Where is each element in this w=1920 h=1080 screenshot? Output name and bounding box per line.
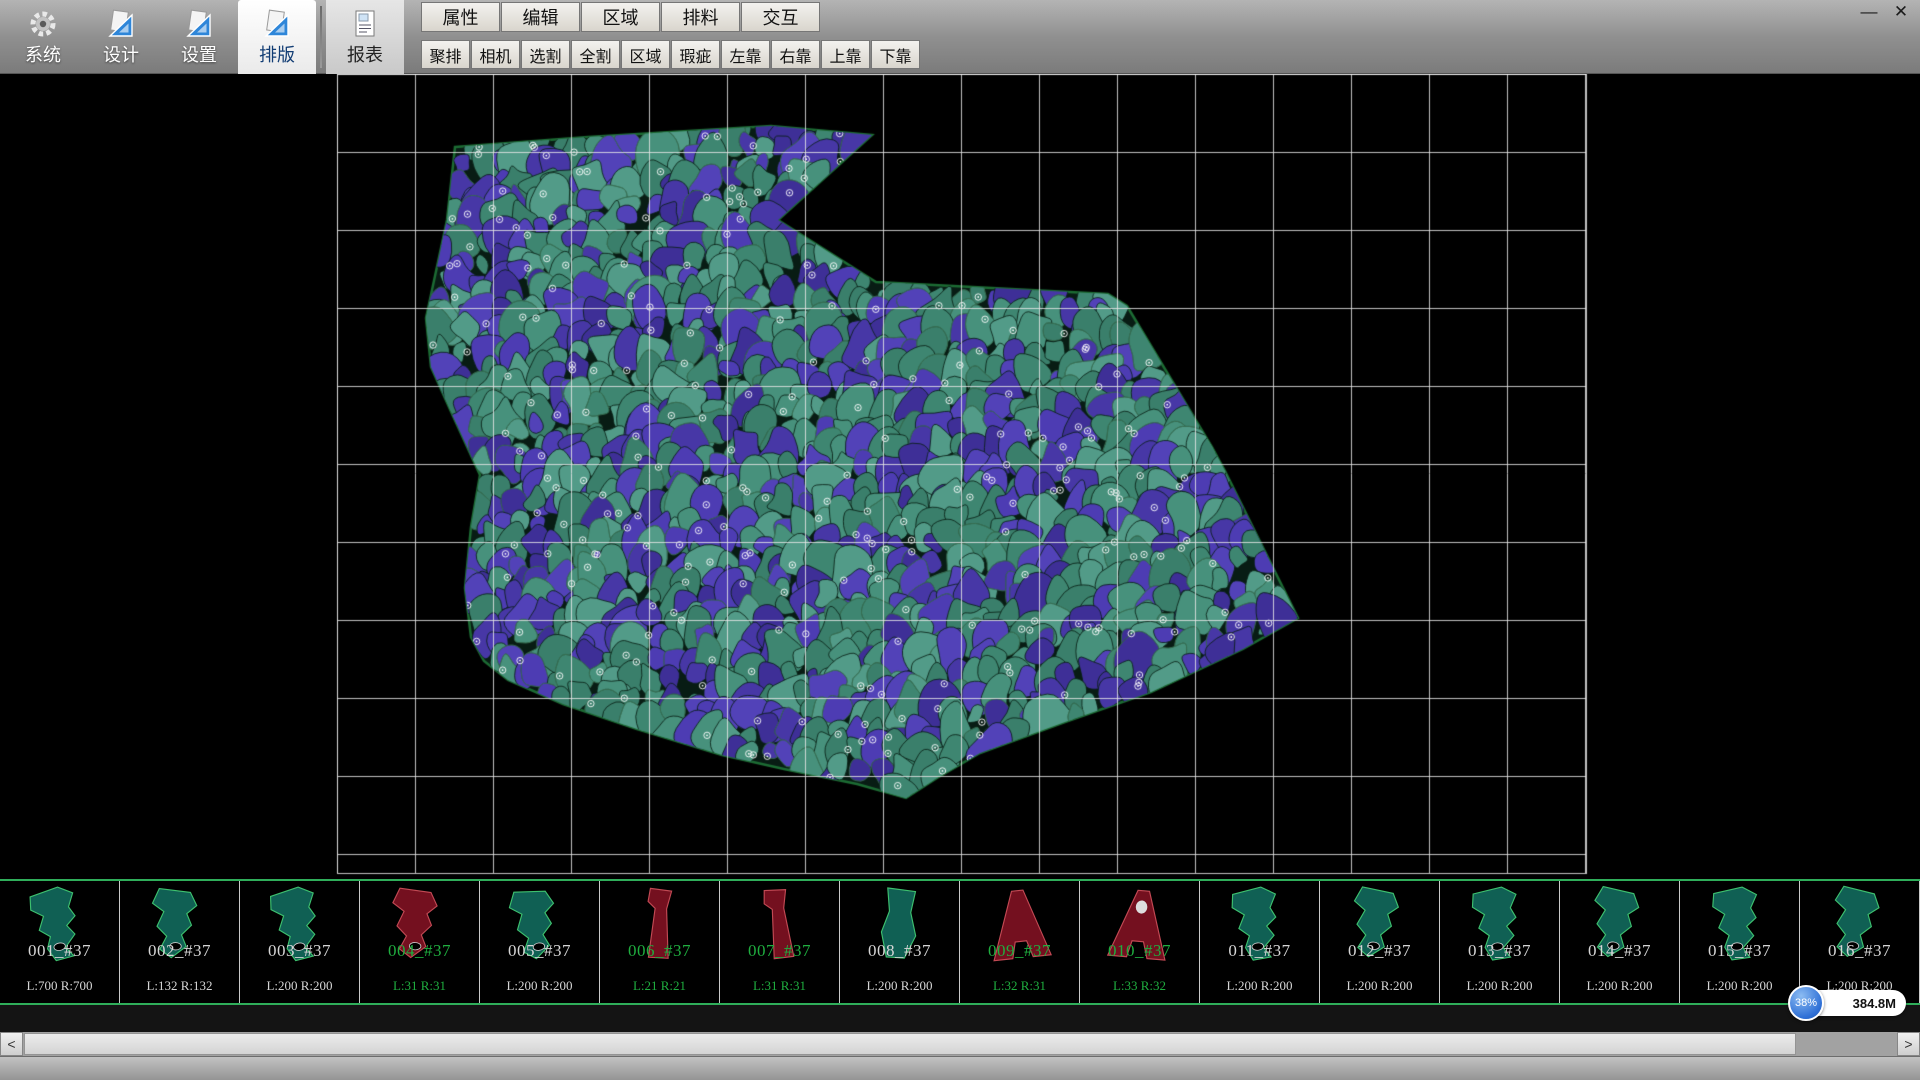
piece-thumbnail[interactable]: 015_#37 L:200 R:200 — [1680, 881, 1800, 1003]
tool-region[interactable]: 区域 — [621, 40, 670, 69]
piece-id: 011_#37 — [1200, 941, 1319, 961]
piece-id: 014_#37 — [1560, 941, 1679, 961]
triangle-icon — [260, 8, 294, 40]
pieces-strip: 001_#37L:700 R:700002_#37L:132 R:132003_… — [0, 879, 1920, 1005]
piece-thumbnail[interactable]: 012_#37 L:200 R:200 — [1320, 881, 1440, 1003]
launcher-separator — [320, 6, 322, 68]
piece-id: 007_#37 — [720, 941, 839, 961]
nesting-canvas[interactable] — [0, 74, 1920, 879]
menu-tab-region[interactable]: 区域 — [581, 2, 660, 32]
minimize-button[interactable]: — — [1858, 2, 1880, 22]
tool-cluster-nest[interactable]: 聚排 — [421, 40, 470, 69]
piece-id: 005_#37 — [480, 941, 599, 961]
horizontal-scrollbar[interactable]: < > — [0, 1032, 1920, 1056]
piece-thumbnail[interactable]: 010_#37 L:33 R:32 — [1080, 881, 1200, 1003]
menu-tab-properties[interactable]: 属性 — [421, 2, 500, 32]
piece-lr-values: L:200 R:200 — [1200, 978, 1319, 994]
piece-thumbnail[interactable]: 001_#37 L:700 R:700 — [0, 881, 120, 1003]
scroll-right-button[interactable]: > — [1897, 1032, 1920, 1056]
piece-lr-values: L:700 R:700 — [0, 978, 119, 994]
piece-id: 012_#37 — [1320, 941, 1439, 961]
piece-lr-values: L:132 R:132 — [120, 978, 239, 994]
piece-id: 001_#37 — [0, 941, 119, 961]
launcher-label-settings: 设置 — [181, 41, 217, 67]
piece-lr-values: L:32 R:31 — [960, 978, 1079, 994]
launcher-label-system: 系统 — [25, 41, 61, 67]
tool-cut-all[interactable]: 全割 — [571, 40, 620, 69]
gear-icon — [26, 8, 60, 40]
piece-lr-values: L:200 R:200 — [840, 978, 959, 994]
menu-tab-edit[interactable]: 编辑 — [501, 2, 580, 32]
piece-thumbnail[interactable]: 003_#37 L:200 R:200 — [240, 881, 360, 1003]
piece-thumbnail[interactable]: 004_#37 L:31 R:31 — [360, 881, 480, 1003]
piece-thumbnail[interactable]: 009_#37 L:32 R:31 — [960, 881, 1080, 1003]
piece-lr-values: L:200 R:200 — [480, 978, 599, 994]
piece-id: 013_#37 — [1440, 941, 1559, 961]
triangle-icon — [104, 8, 138, 40]
launcher-bar: 系统 设计 设置 排版 报表 — [4, 0, 404, 74]
tool-button-row: 聚排相机选割全割区域瑕疵左靠右靠上靠下靠 — [421, 40, 921, 69]
piece-thumbnail[interactable]: 013_#37 L:200 R:200 — [1440, 881, 1560, 1003]
piece-id: 008_#37 — [840, 941, 959, 961]
menu-tab-row: 属性编辑区域排料交互 — [421, 2, 921, 32]
status-bar — [0, 1056, 1920, 1080]
scroll-left-button[interactable]: < — [0, 1032, 23, 1056]
window-controls: — ✕ — [1858, 2, 1912, 22]
piece-thumbnail[interactable]: 002_#37 L:132 R:132 — [120, 881, 240, 1003]
scrollbar-thumb[interactable] — [24, 1033, 1796, 1055]
memory-value: 384.8M — [1853, 996, 1896, 1011]
piece-lr-values: L:33 R:32 — [1080, 978, 1199, 994]
report-icon — [348, 8, 382, 40]
tool-align-bottom[interactable]: 下靠 — [871, 40, 920, 69]
tool-defect[interactable]: 瑕疵 — [671, 40, 720, 69]
close-button[interactable]: ✕ — [1890, 2, 1912, 22]
piece-thumbnail[interactable]: 011_#37 L:200 R:200 — [1200, 881, 1320, 1003]
launcher-label-design: 设计 — [103, 41, 139, 67]
tool-align-left[interactable]: 左靠 — [721, 40, 770, 69]
launcher-settings[interactable]: 设置 — [160, 0, 238, 74]
piece-thumbnail[interactable]: 005_#37 L:200 R:200 — [480, 881, 600, 1003]
memory-status: 384.8M 38% — [1788, 985, 1906, 1021]
launcher-label-layout: 排版 — [259, 41, 295, 67]
app-window: 系统设计设置排版报表 属性编辑区域排料交互 聚排相机选割全割区域瑕疵左靠右靠上靠… — [0, 0, 1920, 1080]
tool-camera[interactable]: 相机 — [471, 40, 520, 69]
tool-align-top[interactable]: 上靠 — [821, 40, 870, 69]
piece-thumbnail[interactable]: 007_#37 L:31 R:31 — [720, 881, 840, 1003]
tool-align-right[interactable]: 右靠 — [771, 40, 820, 69]
launcher-report[interactable]: 报表 — [326, 0, 404, 74]
piece-lr-values: L:31 R:31 — [720, 978, 839, 994]
piece-id: 003_#37 — [240, 941, 359, 961]
piece-id: 006_#37 — [600, 941, 719, 961]
piece-thumbnail[interactable]: 008_#37 L:200 R:200 — [840, 881, 960, 1003]
piece-lr-values: L:200 R:200 — [1440, 978, 1559, 994]
piece-id: 002_#37 — [120, 941, 239, 961]
piece-lr-values: L:200 R:200 — [1320, 978, 1439, 994]
launcher-system[interactable]: 系统 — [4, 0, 82, 74]
launcher-layout[interactable]: 排版 — [238, 0, 316, 74]
launcher-label-report: 报表 — [347, 41, 383, 67]
triangle-icon — [182, 8, 216, 40]
piece-id: 016_#37 — [1800, 941, 1919, 961]
progress-circle: 38% — [1788, 985, 1824, 1021]
piece-lr-values: L:200 R:200 — [1560, 978, 1679, 994]
piece-id: 010_#37 — [1080, 941, 1199, 961]
piece-id: 009_#37 — [960, 941, 1079, 961]
menu-tab-interact[interactable]: 交互 — [741, 2, 820, 32]
piece-id: 004_#37 — [360, 941, 479, 961]
ribbon-toolbar: 系统设计设置排版报表 属性编辑区域排料交互 聚排相机选割全割区域瑕疵左靠右靠上靠… — [0, 0, 1920, 74]
piece-lr-values: L:31 R:31 — [360, 978, 479, 994]
piece-lr-values: L:21 R:21 — [600, 978, 719, 994]
strip-footer — [0, 1005, 1920, 1032]
menu-tab-nesting[interactable]: 排料 — [661, 2, 740, 32]
piece-lr-values: L:200 R:200 — [240, 978, 359, 994]
piece-id: 015_#37 — [1680, 941, 1799, 961]
launcher-design[interactable]: 设计 — [82, 0, 160, 74]
progress-value: 38% — [1795, 997, 1817, 1009]
tool-select-cut[interactable]: 选割 — [521, 40, 570, 69]
piece-thumbnail[interactable]: 006_#37 L:21 R:21 — [600, 881, 720, 1003]
piece-thumbnail[interactable]: 014_#37 L:200 R:200 — [1560, 881, 1680, 1003]
menu-area: 属性编辑区域排料交互 聚排相机选割全割区域瑕疵左靠右靠上靠下靠 — [421, 2, 921, 69]
piece-lr-values: L:200 R:200 — [1680, 978, 1799, 994]
